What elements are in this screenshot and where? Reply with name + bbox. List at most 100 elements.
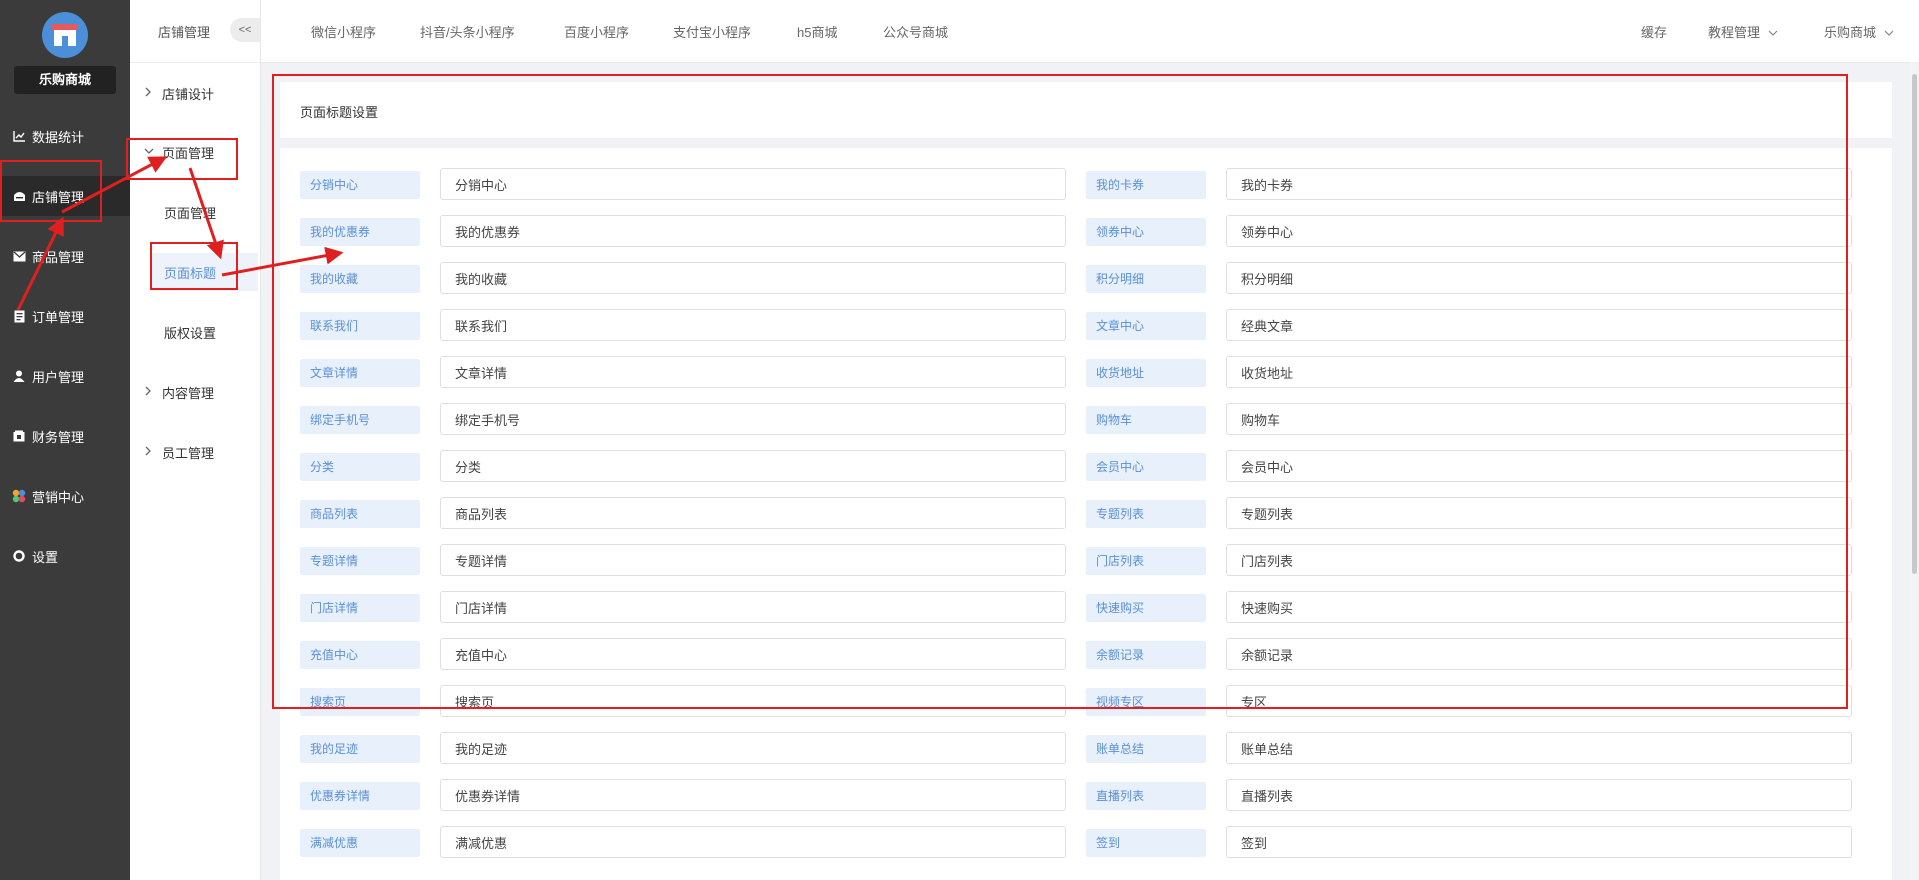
field-label: 分类 [300, 453, 420, 481]
title-input[interactable] [440, 826, 1066, 858]
store-switch-dropdown[interactable]: 乐购商城 [1824, 22, 1894, 41]
title-input[interactable] [1226, 215, 1852, 247]
title-input[interactable] [1226, 779, 1852, 811]
field-label: 文章中心 [1086, 312, 1206, 340]
cache-button[interactable]: 缓存 [1641, 22, 1667, 41]
form-row: 门店详情 快速购买 [280, 591, 1892, 623]
tab-h5-mall[interactable]: h5商城 [797, 22, 837, 41]
title-input[interactable] [1226, 591, 1852, 623]
form-row: 专题详情 门店列表 [280, 544, 1892, 576]
chevron-right-icon [144, 87, 156, 100]
chevron-right-icon [144, 386, 156, 399]
subnav-child-page-management[interactable]: 页面管理 [152, 193, 258, 231]
subnav-staff-management[interactable]: 员工管理 [144, 438, 214, 466]
tab-official-account-mall[interactable]: 公众号商城 [883, 22, 948, 41]
title-input[interactable] [440, 638, 1066, 670]
title-input[interactable] [1226, 638, 1852, 670]
field-label: 快速购买 [1086, 594, 1206, 622]
subnav-child-page-title[interactable]: 页面标题 [152, 253, 258, 291]
title-input[interactable] [1226, 450, 1852, 482]
field-label: 我的收藏 [300, 265, 420, 293]
dropdown-label: 乐购商城 [1824, 25, 1877, 40]
title-input[interactable] [440, 685, 1066, 717]
collapse-sidebar-button[interactable]: << [230, 18, 260, 42]
tab-alipay-miniprogram[interactable]: 支付宝小程序 [673, 22, 751, 41]
field-label: 购物车 [1086, 406, 1206, 434]
tab-douyin-miniprogram[interactable]: 抖音/头条小程序 [420, 22, 515, 41]
title-input[interactable] [440, 403, 1066, 435]
tutorial-management-dropdown[interactable]: 教程管理 [1708, 22, 1778, 41]
nav-data-stats[interactable]: 数据统计 [0, 116, 130, 156]
field-label: 账单总结 [1086, 735, 1206, 763]
nav-product-management[interactable]: 商品管理 [0, 236, 130, 276]
subnav-label: 店铺设计 [162, 86, 215, 102]
title-input[interactable] [1226, 168, 1852, 200]
gear-icon [12, 549, 26, 563]
page-title: 页面标题设置 [300, 105, 379, 120]
title-input[interactable] [440, 356, 1066, 388]
title-input[interactable] [440, 544, 1066, 576]
scrollbar-thumb[interactable] [1912, 74, 1917, 574]
form-row: 搜索页 视频专区 [280, 685, 1892, 717]
field-label: 视频专区 [1086, 688, 1206, 716]
field-label: 搜索页 [300, 688, 420, 716]
title-input[interactable] [440, 732, 1066, 764]
form-row: 满减优惠 签到 [280, 826, 1892, 858]
field-label: 满减优惠 [300, 829, 420, 857]
secondary-sidebar-header: 店铺管理 << [130, 0, 260, 63]
field-label: 门店详情 [300, 594, 420, 622]
title-input[interactable] [440, 779, 1066, 811]
main-sidebar: 乐购商城 数据统计 店铺管理 商品管理 订单管理 用户管理 财务管理 营销中心 … [0, 0, 130, 880]
title-input[interactable] [1226, 262, 1852, 294]
title-input[interactable] [1226, 544, 1852, 576]
title-input[interactable] [1226, 732, 1852, 764]
title-input[interactable] [440, 497, 1066, 529]
field-label: 联系我们 [300, 312, 420, 340]
title-input[interactable] [440, 591, 1066, 623]
field-label: 专题详情 [300, 547, 420, 575]
form-row: 文章详情 收货地址 [280, 356, 1892, 388]
field-label: 分销中心 [300, 171, 420, 199]
page-scrollbar[interactable] [1910, 62, 1919, 880]
nav-label: 用户管理 [32, 369, 85, 385]
subnav-content-management[interactable]: 内容管理 [144, 378, 214, 406]
title-input[interactable] [440, 450, 1066, 482]
order-icon [12, 309, 26, 323]
title-input[interactable] [1226, 356, 1852, 388]
title-input[interactable] [440, 262, 1066, 294]
store-icon [12, 189, 26, 203]
chevron-down-icon [1884, 30, 1894, 36]
form-row: 我的足迹 账单总结 [280, 732, 1892, 764]
nav-marketing-center[interactable]: 营销中心 [0, 476, 130, 516]
title-input[interactable] [440, 168, 1066, 200]
field-label: 专题列表 [1086, 500, 1206, 528]
nav-label: 商品管理 [32, 249, 85, 265]
tab-wechat-miniprogram[interactable]: 微信小程序 [311, 22, 376, 41]
form-row: 充值中心 余额记录 [280, 638, 1892, 670]
page-title-form: 分销中心 我的卡券我的优惠券 领券中心我的收藏 积分明细联系我们 文章中心文章详情 收货地… [280, 148, 1892, 880]
title-input[interactable] [1226, 403, 1852, 435]
field-label: 我的足迹 [300, 735, 420, 763]
nav-label: 财务管理 [32, 429, 85, 445]
nav-settings[interactable]: 设置 [0, 536, 130, 576]
title-input[interactable] [1226, 685, 1852, 717]
nav-user-management[interactable]: 用户管理 [0, 356, 130, 396]
nav-finance-management[interactable]: 财务管理 [0, 416, 130, 456]
field-label: 绑定手机号 [300, 406, 420, 434]
chevron-down-icon [1768, 30, 1778, 36]
subnav-store-design[interactable]: 店铺设计 [144, 79, 214, 107]
dropdown-label: 教程管理 [1708, 25, 1761, 40]
tab-baidu-miniprogram[interactable]: 百度小程序 [564, 22, 629, 41]
title-input[interactable] [1226, 826, 1852, 858]
title-input[interactable] [440, 309, 1066, 341]
nav-store-management[interactable]: 店铺管理 [0, 176, 130, 216]
nav-order-management[interactable]: 订单管理 [0, 296, 130, 336]
subnav-child-copyright[interactable]: 版权设置 [152, 313, 258, 351]
title-input[interactable] [1226, 309, 1852, 341]
field-label: 我的卡券 [1086, 171, 1206, 199]
title-input[interactable] [1226, 497, 1852, 529]
subnav-page-management[interactable]: 页面管理 [144, 138, 214, 166]
title-input[interactable] [440, 215, 1066, 247]
field-label: 充值中心 [300, 641, 420, 669]
field-label: 门店列表 [1086, 547, 1206, 575]
